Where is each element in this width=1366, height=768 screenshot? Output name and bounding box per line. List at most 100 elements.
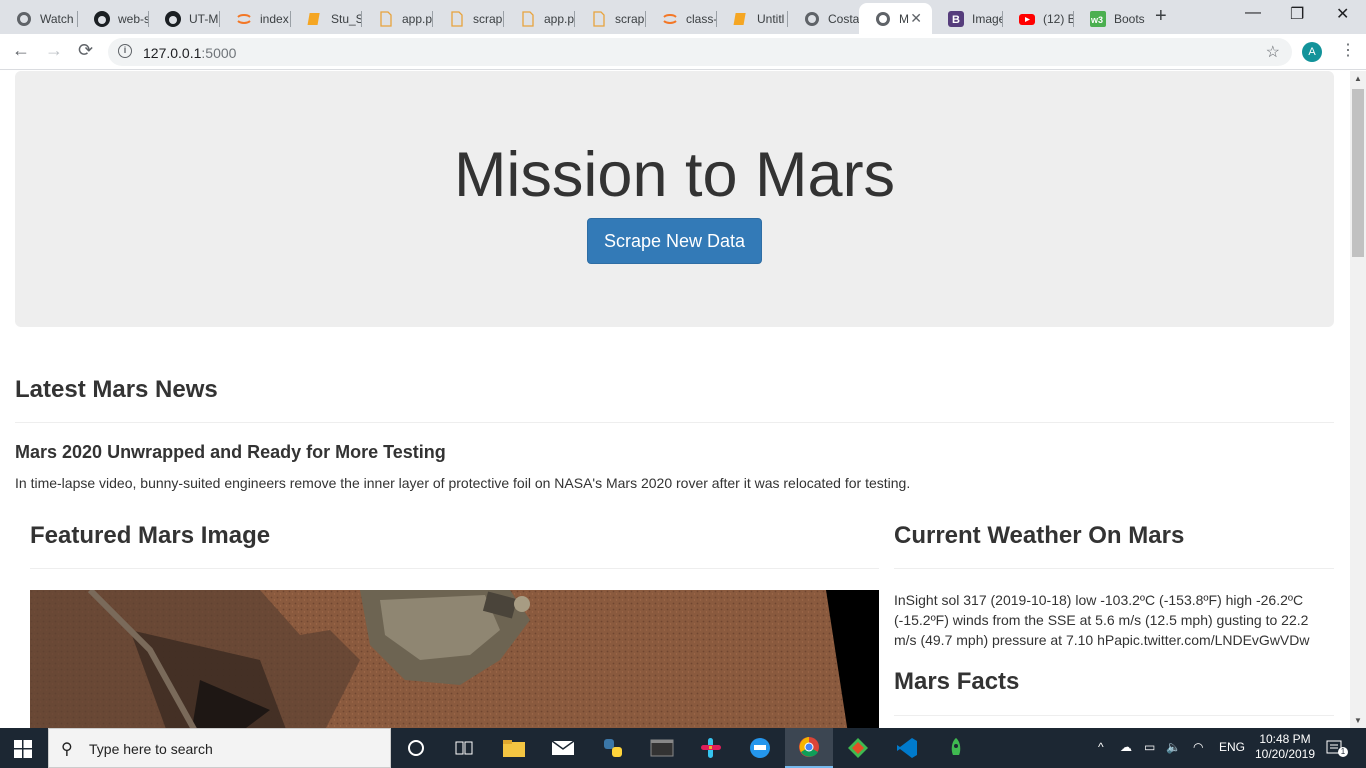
globe-icon [16,11,32,27]
divider [894,715,1334,716]
windows-start-icon[interactable] [14,740,32,758]
wifi-icon[interactable]: ◠ [1193,740,1203,754]
chrome-icon[interactable] [785,728,833,768]
terminal-icon[interactable] [650,736,674,760]
scroll-down-icon[interactable]: ▼ [1354,716,1362,725]
tab-bootstrap-w3[interactable]: w3 Boots [1074,3,1145,34]
search-icon: ⚲ [61,741,73,758]
mail-icon[interactable] [551,736,575,760]
docker-icon[interactable] [748,736,772,760]
globe-icon [804,11,820,27]
tab-label: Stu_S [331,11,362,26]
task-view-icon[interactable] [452,736,476,760]
tab-untitled[interactable]: Untitl [717,3,788,34]
clock[interactable]: 10:48 PM 10/20/2019 [1250,732,1320,762]
profile-avatar[interactable]: A [1302,42,1322,62]
svg-text:B: B [952,14,960,26]
tab-label: class- [686,11,717,26]
tab-watch[interactable]: Watch [0,3,78,34]
divider [30,568,879,569]
back-arrow-icon[interactable]: ← [12,40,30,61]
file-explorer-icon[interactable] [502,736,526,760]
page-scrollbar[interactable]: ▲ ▼ [1350,71,1366,728]
tab-label: scrap [615,11,645,26]
tab-app-p-1[interactable]: app.p [362,3,433,34]
page-title: Mission to Mars [453,140,896,210]
reload-icon[interactable]: ⟳ [78,40,93,61]
scrollbar-thumb[interactable] [1352,89,1364,257]
tab-index[interactable]: index [220,3,291,34]
weather-heading: Current Weather On Mars [894,522,1185,549]
address-bar[interactable]: i 127.0.0.1:5000 ☆ [108,38,1292,66]
tab-label: UT-M [189,11,219,26]
news-paragraph: In time-lapse video, bunny-suited engine… [15,475,911,491]
svg-text:w3: w3 [1090,15,1103,25]
scroll-up-icon[interactable]: ▲ [1354,74,1362,83]
taskbar-search-box[interactable]: ⚲ Type here to search [48,728,391,768]
vscode-icon[interactable] [895,736,919,760]
close-tab-icon[interactable]: ✕ [910,10,922,27]
featured-image-heading: Featured Mars Image [30,522,271,549]
site-info-icon[interactable]: i [118,44,132,58]
tab-image[interactable]: B Image [932,3,1003,34]
close-window-icon[interactable]: ✕ [1336,4,1349,24]
restore-icon[interactable]: ❐ [1290,4,1304,24]
github-icon [165,10,181,27]
new-tab-plus-icon[interactable]: + [1155,5,1167,28]
tab-label: Untitl [757,11,785,26]
battery-icon[interactable]: ▭ [1144,740,1155,754]
tab-costa[interactable]: Costa [788,3,859,34]
windows-taskbar: ⚲ Type here to search ^ ☁ ▭ 🔈 ◠ ENG 10:4… [0,728,1366,768]
tab-label: index [260,11,289,26]
file-icon [520,10,536,27]
youtube-icon [1019,11,1035,27]
tab-label: (12) B [1043,11,1074,26]
notification-center-icon[interactable]: 1 [1325,738,1348,758]
news-title: Mars 2020 Unwrapped and Ready for More T… [15,442,446,462]
browser-menu-icon[interactable]: ⋮ [1340,40,1356,60]
rocket-icon[interactable] [944,736,968,760]
onedrive-icon[interactable]: ☁ [1120,740,1132,754]
tab-stu-s[interactable]: Stu_S [291,3,362,34]
tab-label: app.p [402,11,433,26]
mars-facts-heading: Mars Facts [894,668,1020,695]
weather-text: InSight sol 317 (2019-10-18) low -103.2º… [894,592,1310,648]
file-icon [591,10,607,27]
python-icon[interactable] [601,736,625,760]
forward-arrow-icon[interactable]: → [45,40,63,61]
volume-icon[interactable]: 🔈 [1166,740,1181,754]
cortana-icon[interactable] [404,736,428,760]
bootstrap-icon: B [948,10,964,27]
url-text: 127.0.0.1:5000 [143,45,237,61]
language-indicator[interactable]: ENG [1219,740,1245,754]
notebook-icon [307,11,323,27]
tab-youtube[interactable]: (12) B [1003,3,1074,34]
search-placeholder: Type here to search [89,741,213,757]
tab-mission-to-mars[interactable]: M ✕ [859,3,932,34]
minimize-icon[interactable]: — [1245,4,1261,22]
tab-label: Watch [40,11,74,26]
tab-class[interactable]: class- [646,3,717,34]
tab-label: M [899,11,909,26]
gitkraken-icon[interactable] [846,736,870,760]
clock-date: 10/20/2019 [1254,747,1316,761]
tab-label: scrap [473,11,503,26]
latest-news-heading: Latest Mars News [15,376,218,403]
tab-strip: Watch web-s UT-M index Stu_S app.p scrap… [0,0,1366,34]
featured-mars-image [30,590,879,728]
tab-label: Image [972,11,1003,26]
browser-toolbar: ← → ⟳ i 127.0.0.1:5000 ☆ A ⋮ [0,34,1366,70]
tab-scrap-1[interactable]: scrap [433,3,504,34]
tab-app-p-2[interactable]: app.p [504,3,575,34]
tab-scrap-2[interactable]: scrap [575,3,646,34]
slack-icon[interactable] [699,736,723,760]
tab-label: app.p [544,11,575,26]
tab-web-s[interactable]: web-s [78,3,149,34]
bookmark-star-icon[interactable]: ☆ [1266,42,1280,62]
tab-ut-m[interactable]: UT-M [149,3,220,34]
notification-count: 1 [1338,747,1348,757]
clock-time: 10:48 PM [1259,732,1311,746]
tray-chevron-up-icon[interactable]: ^ [1098,740,1104,754]
scrape-new-data-button[interactable]: Scrape New Data [587,218,762,264]
divider [15,422,1334,423]
